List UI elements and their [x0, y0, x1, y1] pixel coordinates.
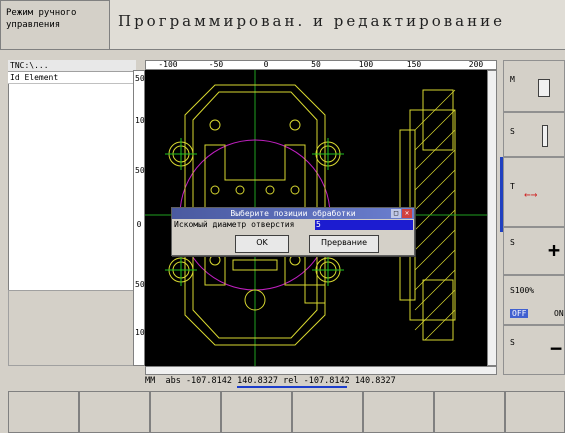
softkey-bottom-7[interactable]: [434, 391, 505, 433]
close-icon[interactable]: ✕: [402, 209, 412, 218]
softkey-bottom-8[interactable]: [505, 391, 565, 433]
col-id: Id: [10, 73, 20, 82]
position-dialog: Выберите позиции обработки ✕ □ Искомый д…: [171, 207, 415, 256]
spindle-icon: [542, 125, 548, 147]
softkey-override[interactable]: S100% OFF ON: [503, 275, 565, 325]
softkey-t-label: T: [510, 182, 515, 191]
softkey-bottom-2[interactable]: [79, 391, 150, 433]
page-title: Программирован. и редактирование: [110, 0, 565, 50]
softkey-t[interactable]: T ←→: [503, 157, 565, 227]
program-path: TNC:\...: [8, 60, 136, 72]
left-ruler: 50 100 50 0 50 100: [133, 70, 150, 366]
horizontal-scrollbar[interactable]: [145, 366, 497, 375]
ok-button[interactable]: OK: [235, 235, 289, 253]
override-off: OFF: [510, 309, 529, 318]
ruler-label: 50: [135, 280, 145, 289]
softkey-bottom-6[interactable]: [363, 391, 434, 433]
softkey-bottom-3[interactable]: [150, 391, 221, 433]
minus-icon: −: [550, 336, 563, 360]
ruler-label: 200: [468, 60, 484, 69]
ruler-label: 100: [135, 116, 150, 125]
ruler-label: -100: [158, 60, 178, 69]
softkey-s-plus-label: S: [510, 238, 515, 247]
override-label: S100%: [510, 286, 535, 295]
tree-header: Id Element: [8, 72, 136, 84]
ruler-label: 50: [135, 166, 145, 175]
ruler-label: 50: [311, 60, 321, 69]
plus-icon: +: [548, 238, 561, 262]
mode-indicator: Режим ручного управления: [0, 0, 110, 50]
softkey-s-minus[interactable]: S −: [503, 325, 565, 375]
diameter-input[interactable]: 5: [315, 220, 413, 230]
diameter-label: Искомый диаметр отверстия: [174, 220, 295, 229]
ruler-label: -50: [208, 60, 224, 69]
ruler-label: 0: [263, 60, 269, 69]
ruler-label: 50: [135, 74, 145, 83]
softkey-s-plus[interactable]: S +: [503, 227, 565, 275]
mode-line2: управления: [6, 20, 61, 30]
ruler-label: 100: [358, 60, 374, 69]
col-element: Element: [24, 73, 59, 82]
softkey-s-minus-label: S: [510, 338, 515, 347]
top-ruler: -100 -50 0 50 100 150 200: [145, 60, 497, 70]
dialog-title: Выберите позиции обработки: [172, 208, 414, 219]
tool-change-arrow-icon: ←→: [524, 188, 538, 201]
softkey-bottom-1[interactable]: [8, 391, 79, 433]
softkey-s1-label: S: [510, 127, 515, 136]
softkey-bottom-5[interactable]: [292, 391, 363, 433]
cancel-button[interactable]: Прервание: [309, 235, 379, 253]
ruler-label: 0: [136, 220, 142, 229]
override-on: ON: [554, 309, 564, 318]
ruler-label: 150: [406, 60, 422, 69]
status-underline: [237, 386, 347, 388]
mode-line1: Режим ручного: [6, 8, 77, 18]
softkey-bottom-4[interactable]: [221, 391, 292, 433]
softkey-m-label: M: [510, 75, 515, 84]
machine-icon: [538, 79, 550, 97]
maximize-icon[interactable]: □: [391, 209, 401, 218]
softkey-m[interactable]: M: [503, 60, 565, 112]
info-panel: [8, 290, 136, 366]
softkey-s1[interactable]: S: [503, 112, 565, 157]
vertical-scrollbar[interactable]: [487, 70, 497, 366]
ruler-label: 100: [135, 328, 150, 337]
